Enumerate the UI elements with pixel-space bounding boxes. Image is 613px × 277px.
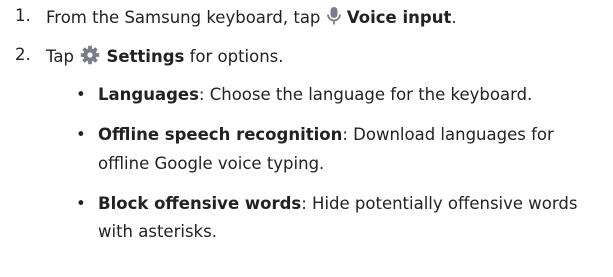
- bullet: •: [76, 85, 86, 104]
- option-desc: : Download languages for: [342, 125, 554, 144]
- instructions: 1. From the Samsung keyboard, tap Voice …: [0, 0, 613, 277]
- option-title: Languages: [98, 85, 199, 104]
- option-title: Offline speech recognition: [98, 125, 343, 144]
- step-1-text: From the Samsung keyboard, tap Voice inp…: [46, 6, 457, 31]
- option-offline-speech: Offline speech recognition: Download lan…: [98, 125, 554, 145]
- microphone-icon: [326, 6, 342, 31]
- option-desc: : Choose the language for the keyboard.: [198, 85, 533, 104]
- step-1-bold: Voice input: [346, 8, 452, 27]
- option-desc-continued: offline Google voice typing.: [98, 154, 325, 173]
- option-desc: : Hide potentially offensive words: [301, 194, 578, 213]
- option-desc-continued: with asterisks.: [98, 222, 217, 241]
- option-title: Block offensive words: [98, 194, 302, 213]
- step-number: 2.: [15, 45, 31, 64]
- gear-icon: [79, 45, 101, 70]
- step-number: 1.: [15, 6, 31, 25]
- option-languages: Languages: Choose the language for the k…: [98, 85, 532, 105]
- step-2-after: for options.: [184, 47, 284, 66]
- bullet: •: [76, 125, 86, 144]
- step-2-bold: Settings: [106, 47, 185, 66]
- step-2-text: Tap Settings for options.: [46, 45, 284, 70]
- option-block-offensive: Block offensive words: Hide potentially …: [98, 194, 577, 214]
- bullet: •: [76, 194, 86, 213]
- step-1-before: From the Samsung keyboard, tap: [46, 8, 326, 27]
- step-1-after: .: [451, 8, 457, 27]
- step-2-before: Tap: [46, 47, 80, 66]
